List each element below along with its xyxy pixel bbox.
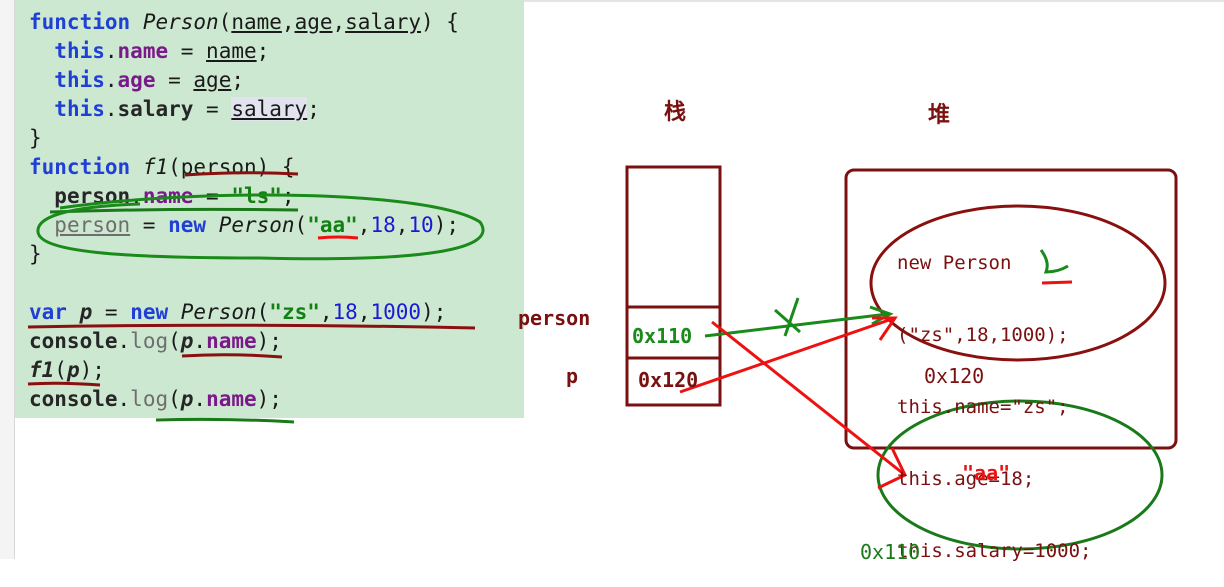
underline-var-p	[27, 323, 476, 330]
heap-line-1: new Person	[897, 252, 1012, 274]
heap-line-5: this.salary=1000;	[897, 540, 1092, 562]
stack-person-value: 0x110	[632, 324, 693, 348]
underline-f1	[27, 381, 101, 387]
arrow-person-to-new-object	[711, 320, 906, 477]
circle-new-person-line	[36, 193, 485, 261]
underline-person-name	[49, 207, 299, 214]
stack-title: 栈	[664, 100, 687, 125]
underline-log-1	[181, 353, 283, 359]
underline-log-2	[155, 417, 295, 424]
heap-line-3: this.name="zs";	[897, 396, 1069, 418]
underline-aa	[317, 235, 359, 240]
stack-p-value: 0x120	[638, 368, 699, 392]
underline-person-param	[184, 171, 299, 177]
cross-mark-icon	[774, 297, 801, 337]
heap-object-address: 0x120	[924, 364, 985, 388]
var-label-p: p	[566, 364, 579, 388]
heap-title: 堆	[928, 103, 951, 128]
heap-object-text: new Person ("zs",18,1000); this.name="zs…	[897, 203, 1091, 587]
arrow-old-reference	[704, 312, 889, 338]
new-object-text: "aa"	[962, 461, 1011, 485]
var-label-person: person	[518, 306, 591, 330]
new-object-address: 0x110	[860, 540, 921, 564]
heap-line-2: ("zs",18,1000);	[897, 324, 1069, 346]
